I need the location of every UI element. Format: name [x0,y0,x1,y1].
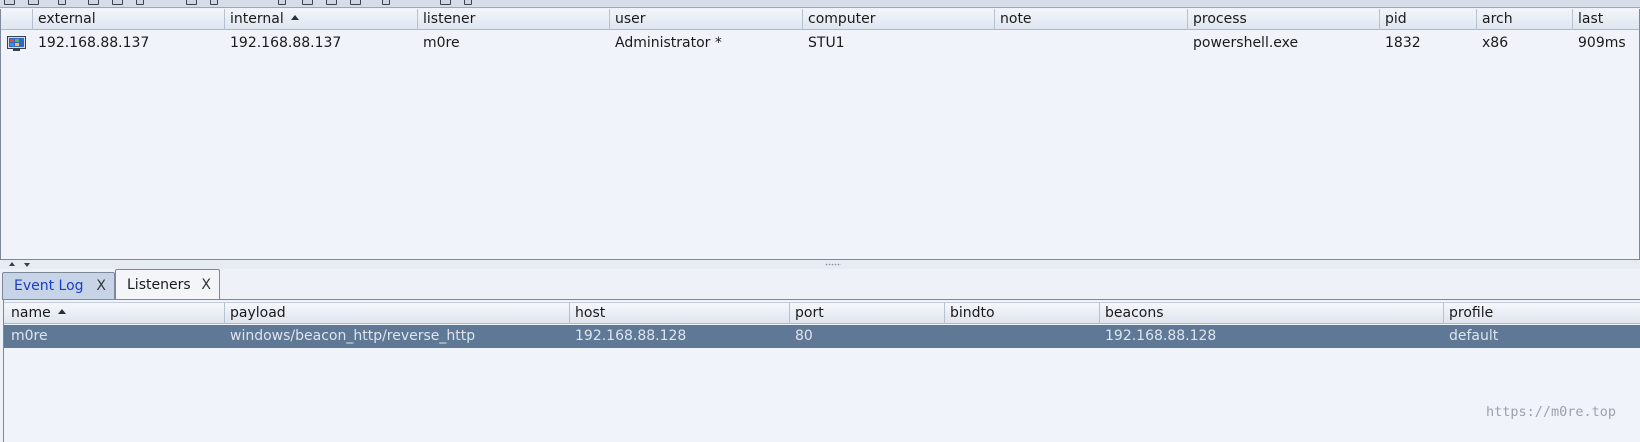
cell-listener: m0re [423,35,460,51]
tab-label: Event Log [14,278,84,294]
column-header-name[interactable]: name [6,303,225,324]
column-header-arch[interactable]: arch [1477,9,1573,30]
cell-arch: x86 [1482,35,1509,51]
cell-internal: 192.168.88.137 [230,35,342,51]
listeners-table-header: name payload host port bindto beacons pr… [4,302,1640,324]
column-header-user[interactable]: user [610,9,803,30]
cell-computer: STU1 [808,35,845,51]
beacon-table: external internal listener user computer… [0,9,1640,260]
toolbar-icon[interactable] [210,0,218,5]
toolbar-icon[interactable] [382,0,390,5]
windows-beacon-icon [7,36,26,51]
toolbar-icon[interactable] [4,0,15,5]
cell-bindto [945,325,950,348]
cell-note [995,31,1188,55]
column-header-profile[interactable]: profile [1444,303,1640,324]
beacon-table-header: external internal listener user computer… [1,9,1639,30]
column-header-beacons[interactable]: beacons [1100,303,1444,324]
column-header-last[interactable]: last [1573,9,1640,30]
toolbar-icon[interactable] [350,0,361,5]
watermark: https://m0re.top [1486,404,1617,420]
sort-ascending-icon [290,15,299,20]
toolbar-icon[interactable] [278,0,286,5]
table-row[interactable]: 192.168.88.137 192.168.88.137 m0re Admin… [1,31,1639,55]
cell-last: 909ms [1578,35,1626,51]
tab-label: Listeners [127,277,191,293]
column-header-host[interactable]: host [570,303,790,324]
column-header-label: arch [1482,11,1513,27]
toolbar-icon[interactable] [112,0,123,5]
toolbar-icon[interactable] [58,0,66,5]
cell-user: Administrator * [615,35,722,51]
column-header-bindto[interactable]: bindto [945,303,1100,324]
column-header-note[interactable]: note [995,9,1188,30]
collapse-down-icon[interactable] [24,263,30,267]
tab-event-log[interactable]: Event Log X [2,272,115,300]
cell-payload: windows/beacon_http/reverse_http [230,328,476,344]
toolbar-icon[interactable] [186,0,197,5]
column-header-label: beacons [1105,305,1164,321]
toolbar [0,0,1640,8]
cell-beacons: 192.168.88.128 [1105,328,1217,344]
column-header-external[interactable]: external [33,9,225,30]
column-header-label: name [11,305,51,321]
toolbar-icon[interactable] [302,0,313,5]
listeners-table: name payload host port bindto beacons pr… [3,299,1640,442]
column-header-label: last [1578,11,1604,27]
column-header-internal[interactable]: internal [225,9,418,30]
pane-splitter[interactable] [0,260,1640,269]
column-header-label: port [795,305,824,321]
column-header-label: pid [1385,11,1407,27]
tab-listeners[interactable]: Listeners X [115,269,220,300]
column-header-label: profile [1449,305,1494,321]
close-tab-icon[interactable]: X [201,270,211,300]
column-header-icon[interactable] [1,9,33,30]
toolbar-icon[interactable] [28,0,39,5]
close-tab-icon[interactable]: X [96,273,106,299]
toolbar-icon[interactable] [88,0,99,5]
column-header-label: user [615,11,646,27]
column-header-label: internal [230,11,284,27]
cell-pid: 1832 [1385,35,1421,51]
column-header-label: external [38,11,96,27]
column-header-label: computer [808,11,876,27]
cell-name: m0re [11,328,48,344]
column-header-pid[interactable]: pid [1380,9,1477,30]
collapse-up-icon[interactable] [9,262,15,266]
column-header-computer[interactable]: computer [803,9,995,30]
sort-ascending-icon [57,309,66,314]
toolbar-icon[interactable] [440,0,451,5]
toolbar-icon[interactable] [326,0,337,5]
column-header-process[interactable]: process [1188,9,1380,30]
cell-port: 80 [795,328,813,344]
column-header-label: host [575,305,606,321]
toolbar-icon[interactable] [464,0,472,5]
cell-profile: default [1449,328,1499,344]
cell-host: 192.168.88.128 [575,328,687,344]
splitter-grip-icon[interactable] [825,263,841,266]
column-header-label: payload [230,305,286,321]
column-header-label: listener [423,11,476,27]
cell-process: powershell.exe [1193,35,1299,51]
column-header-listener[interactable]: listener [418,9,610,30]
table-row-selected[interactable]: m0re windows/beacon_http/reverse_http 19… [4,325,1640,348]
column-header-port[interactable]: port [790,303,945,324]
column-header-label: process [1193,11,1247,27]
column-header-label: note [1000,11,1032,27]
column-header-payload[interactable]: payload [225,303,570,324]
cell-external: 192.168.88.137 [38,35,150,51]
tab-bar: Event Log X Listeners X [0,269,1640,300]
column-header-label: bindto [950,305,995,321]
toolbar-icon[interactable] [136,0,144,5]
